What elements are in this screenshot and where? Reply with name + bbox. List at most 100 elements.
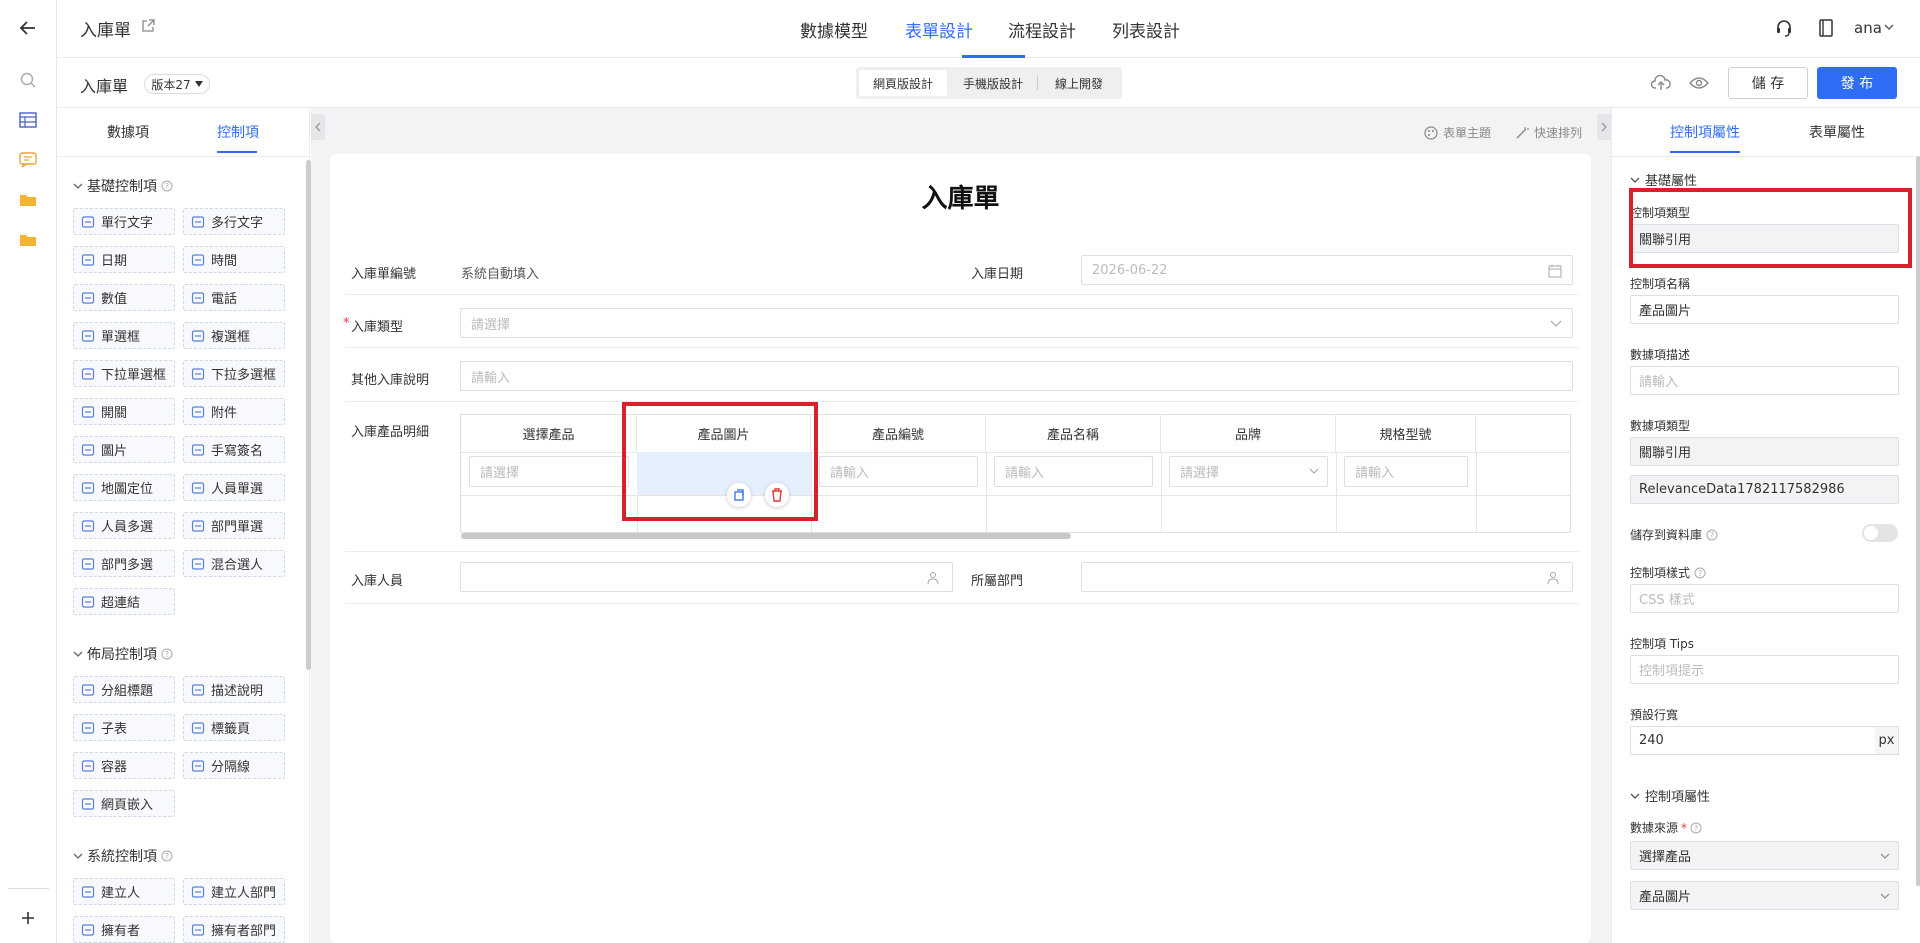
palette-chip[interactable]: 部門多選 [73,550,175,577]
palette-chip[interactable]: 地圖定位 [73,474,175,501]
table-nav-icon[interactable] [16,108,40,132]
nav-list-design[interactable]: 列表設計 [1112,17,1180,42]
palette-chip[interactable]: 多行文字 [183,208,285,235]
palette-chip[interactable]: 建立人 [73,878,175,905]
date-input[interactable]: 2026-06-22 [1081,255,1573,285]
table-cell-input[interactable]: 請輸入 [1344,456,1468,487]
table-cell-input[interactable]: 請輸入 [819,456,978,487]
external-link-icon[interactable] [141,19,157,35]
control-name-input[interactable]: 產品圖片 [1630,295,1899,324]
collapse-left-handle[interactable] [311,114,325,140]
help-icon[interactable]: ? [1706,529,1718,541]
form-theme-button[interactable]: 表單主題 [1424,124,1491,141]
book-icon[interactable] [1815,17,1837,39]
section-basic-controls[interactable]: 基礎控制項 ? [73,176,173,196]
table-header-cell[interactable]: 品牌 [1161,414,1336,452]
palette-chip[interactable]: 電話 [183,284,285,311]
other-input[interactable]: 請輸入 [460,361,1573,391]
nav-form-design[interactable]: 表單設計 [905,17,973,42]
palette-chip[interactable]: 建立人部門 [183,878,285,905]
section-layout-controls[interactable]: 佈局控制項 ? [73,644,173,664]
palette-chip[interactable]: 標籤頁 [183,714,285,741]
nav-flow-design[interactable]: 流程設計 [1008,17,1076,42]
palette-chip[interactable]: 人員多選 [73,512,175,539]
palette-chip[interactable]: 容器 [73,752,175,779]
folder-icon[interactable] [16,228,40,252]
save-button[interactable]: 儲 存 [1728,67,1808,99]
tab-controls[interactable]: 控制項 [217,122,259,142]
add-icon[interactable] [16,906,40,930]
eye-icon[interactable] [1688,73,1710,93]
table-cell-input[interactable]: 請輸入 [994,456,1153,487]
help-icon[interactable]: ? [1694,567,1706,579]
table-cell-input[interactable]: 請選擇 [1169,456,1328,487]
back-arrow-icon[interactable] [16,16,40,40]
tips-input[interactable]: 控制項提示 [1630,655,1899,684]
palette-chip[interactable]: 網頁嵌入 [73,790,175,817]
nav-data-model[interactable]: 數據模型 [800,17,868,42]
tab-control-props[interactable]: 控制項屬性 [1670,122,1740,142]
user-name[interactable]: ana [1854,19,1882,37]
seg-web-design[interactable]: 網頁版設計 [859,70,947,96]
chat-nav-icon[interactable] [16,148,40,172]
tab-data-items[interactable]: 數據項 [107,122,149,142]
source-select-1[interactable]: 選擇產品 [1630,841,1899,870]
publish-button[interactable]: 發 布 [1817,67,1897,99]
help-icon[interactable]: ? [1690,822,1702,834]
palette-chip[interactable]: 部門單選 [183,512,285,539]
palette-chip[interactable]: 超連結 [73,588,175,615]
palette-chip[interactable]: 附件 [183,398,285,425]
folder-icon[interactable] [16,188,40,212]
palette-chip[interactable]: 擁有者部門 [183,916,285,943]
palette-chip[interactable]: 日期 [73,246,175,273]
person-picker[interactable] [460,562,953,592]
table-header-cell[interactable]: 選擇產品 [461,414,637,452]
save-db-toggle[interactable] [1862,524,1898,542]
style-input[interactable]: CSS 樣式 [1630,584,1899,613]
search-icon[interactable] [16,68,40,92]
help-icon[interactable]: ? [161,850,173,862]
control-props-section[interactable]: 控制項屬性 [1630,786,1710,805]
table-cell-input[interactable]: 請選擇 [469,456,629,487]
headset-icon[interactable] [1773,17,1795,39]
palette-chip[interactable]: 人員單選 [183,474,285,501]
basic-props-section[interactable]: 基礎屬性 [1630,170,1697,189]
palette-chip[interactable]: 分組標題 [73,676,175,703]
palette-chip[interactable]: 複選框 [183,322,285,349]
palette-chip[interactable]: 時間 [183,246,285,273]
palette-chip[interactable]: 分隔線 [183,752,285,779]
palette-chip[interactable]: 圖片 [73,436,175,463]
palette-chip[interactable]: 下拉多選框 [183,360,285,387]
cloud-upload-icon[interactable] [1650,73,1672,93]
palette-chip[interactable]: 混合選人 [183,550,285,577]
table-header-cell[interactable]: 規格型號 [1336,414,1476,452]
palette-chip[interactable]: 描述說明 [183,676,285,703]
palette-chip[interactable]: 單選框 [73,322,175,349]
help-icon[interactable]: ? [161,180,173,192]
palette-chip[interactable]: 開關 [73,398,175,425]
table-header-cell[interactable]: 產品名稱 [986,414,1161,452]
palette-chip[interactable]: 擁有者 [73,916,175,943]
chevron-down-icon[interactable] [1883,21,1895,33]
tab-form-props[interactable]: 表單屬性 [1809,122,1865,142]
help-icon[interactable]: ? [161,648,173,660]
props-scrollbar[interactable] [1916,156,1920,886]
seg-online-dev[interactable]: 線上開發 [1038,70,1120,96]
table-header-cell[interactable]: 產品編號 [811,414,986,452]
source-select-2[interactable]: 產品圖片 [1630,881,1899,910]
version-select[interactable]: 版本27 [144,74,210,94]
quick-arrange-button[interactable]: 快速排列 [1515,124,1582,141]
palette-chip[interactable]: 數值 [73,284,175,311]
data-desc-input[interactable]: 請輸入 [1630,366,1899,395]
section-system-controls[interactable]: 系統控制項 ? [73,846,173,866]
width-input[interactable]: 240 [1630,726,1876,755]
palette-chip[interactable]: 手寫簽名 [183,436,285,463]
palette-chip[interactable]: 子表 [73,714,175,741]
dept-picker[interactable] [1081,562,1573,592]
palette-chip[interactable]: 下拉單選框 [73,360,175,387]
collapse-right-handle[interactable] [1597,114,1611,140]
table-scrollbar[interactable] [461,533,1071,539]
palette-chip[interactable]: 單行文字 [73,208,175,235]
seg-mobile-design[interactable]: 手機版設計 [949,70,1037,96]
type-select[interactable]: 請選擇 [460,308,1573,338]
